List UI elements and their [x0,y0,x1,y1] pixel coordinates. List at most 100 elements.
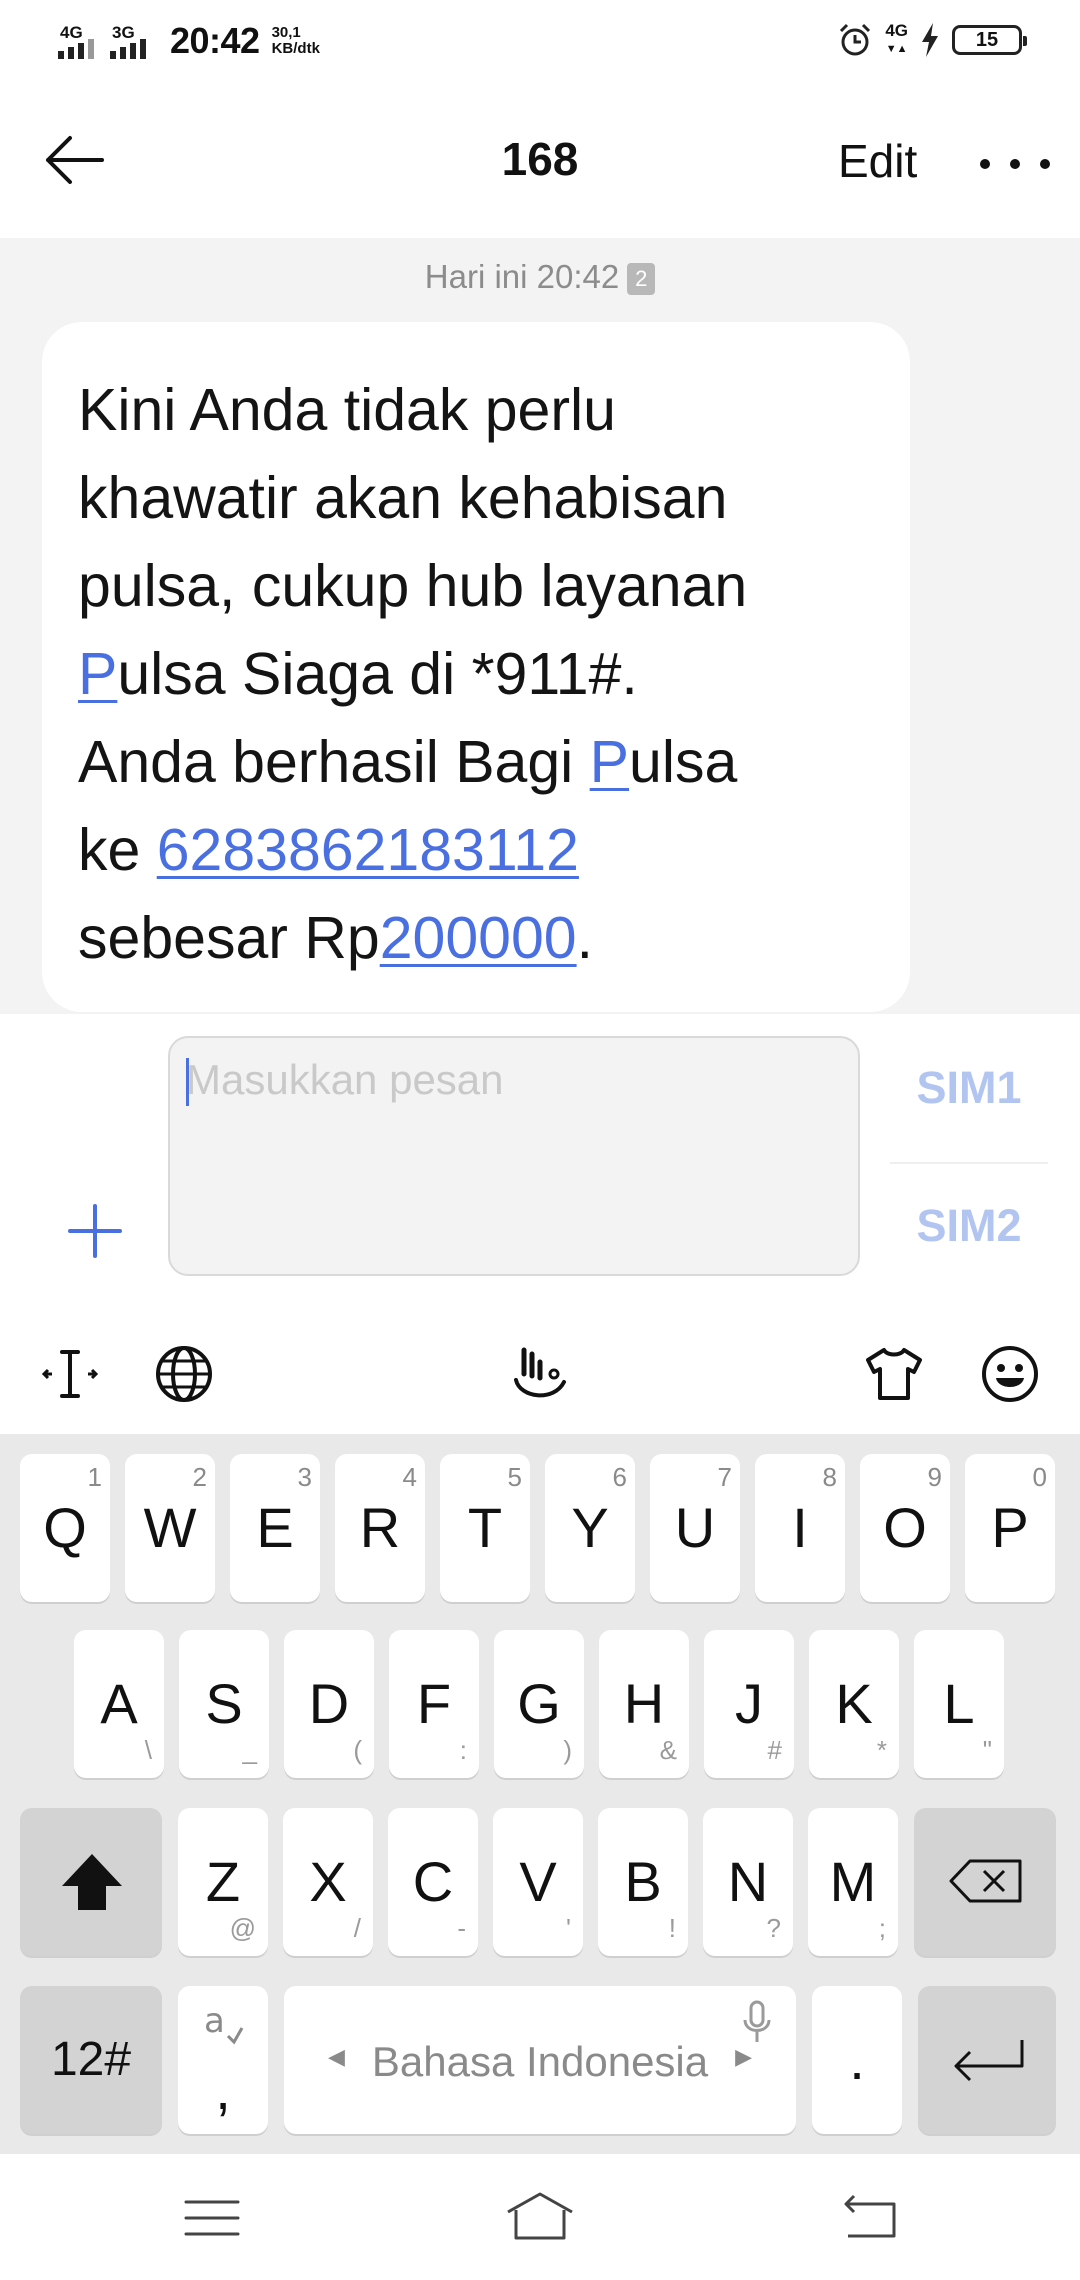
key-hint: 9 [927,1462,942,1492]
key-label: K [835,1672,873,1735]
message-text: ulsa Siaga di *911#. [117,641,638,707]
key-hint: : [459,1735,467,1765]
key-z[interactable]: Z @ [178,1808,268,1956]
period-key[interactable]: . [812,1986,902,2134]
status-time: 20:42 [170,20,260,61]
text-cursor-control-icon[interactable] [40,1344,100,1404]
text-link[interactable]: P [590,729,629,795]
key-label: Y [571,1496,609,1559]
key-y[interactable]: Y6 [545,1454,635,1602]
key-label: H [623,1672,665,1735]
shift-key[interactable] [20,1808,162,1956]
message-line: pulsa, cukup hub layanan [78,553,748,619]
keyboard-toolbar [0,1314,1080,1434]
add-attachment-icon[interactable] [68,1204,122,1258]
network-speed: 30,1 KB/dtk [272,25,320,57]
key-hint: ; [878,1913,886,1943]
key-hint: ' [566,1913,571,1943]
numbers-symbols-key[interactable]: 12# [20,1986,162,2134]
send-sim1-button[interactable]: SIM1 [890,1062,1048,1114]
status-bar: 4G 3G 20:42 30,1 KB/dtk 4G ▼▲ 15 [0,0,1080,82]
signal-sim2-icon: 3G [110,23,156,59]
backspace-key[interactable] [914,1808,1056,1956]
network-speed-value: 30,1 [271,24,301,41]
battery-icon: 15 [952,25,1027,55]
divider [890,1162,1048,1164]
ime-switch-icon: a [204,2001,244,2045]
send-sim2-button[interactable]: SIM2 [890,1200,1048,1252]
signal-sim1-icon: 4G [58,23,104,59]
key-hint: @ [229,1913,256,1943]
key-g[interactable]: G) [494,1630,584,1778]
home-icon[interactable] [504,2188,576,2248]
key-e[interactable]: E3 [230,1454,320,1602]
message-thread[interactable]: Hari ini 20:42 2 Kini Anda tidak perlu kh… [0,238,1080,1014]
back-nav-icon[interactable] [834,2188,906,2248]
key-w[interactable]: W2 [125,1454,215,1602]
key-label: N [727,1850,769,1913]
key-u[interactable]: U7 [650,1454,740,1602]
key-j[interactable]: J # [704,1630,794,1778]
key-p[interactable]: P0 [965,1454,1055,1602]
key-hint: / [353,1913,361,1943]
microphone-icon [743,2000,771,2042]
globe-icon[interactable] [154,1344,214,1404]
network-speed-unit: KB/dtk [271,40,320,57]
key-label: F [416,1672,452,1735]
key-n[interactable]: N? [703,1808,793,1956]
key-t[interactable]: T5 [440,1454,530,1602]
key-label: L [943,1672,975,1735]
key-d[interactable]: D( [284,1630,374,1778]
key-label: G [517,1672,561,1735]
message-input[interactable]: Masukkan pesan [168,1036,860,1276]
space-key[interactable]: ◀ Bahasa Indonesia ▶ [284,1986,796,2134]
message-bubble[interactable]: Kini Anda tidak perlu khawatir akan keha… [42,322,910,1012]
key-v[interactable]: V ' [493,1808,583,1956]
key-hint: 0 [1032,1462,1047,1492]
key-hint: 7 [717,1462,732,1492]
key-hint: " [982,1735,992,1765]
key-a[interactable]: A \ [74,1630,164,1778]
more-options-icon[interactable] [980,144,1050,184]
page-title: 168 [501,133,579,185]
theme-shirt-icon[interactable] [864,1344,924,1404]
alarm-icon [840,23,871,56]
key-label: W [143,1496,197,1559]
menu-icon[interactable] [176,2188,248,2248]
numbers-symbols-key-label: 12# [50,2033,132,2086]
key-s[interactable]: S _ [179,1630,269,1778]
key-l[interactable]: L " [914,1630,1004,1778]
key-hint: _ [242,1735,257,1765]
comma-key[interactable]: a , [178,1986,268,2134]
key-m[interactable]: M; [808,1808,898,1956]
shift-arrow-icon [62,1854,122,1910]
edit-button[interactable]: Edit [838,134,917,188]
compose-bar: Masukkan pesan SIM1 SIM2 [0,1014,1080,1314]
key-label: R [359,1496,401,1559]
phone-number-link[interactable]: 6283862183112 [157,817,579,883]
enter-key[interactable] [918,1986,1056,2134]
key-hint: \ [144,1735,152,1765]
gesture-typing-icon[interactable] [510,1344,570,1404]
key-label: X [309,1850,347,1913]
key-label: C [412,1850,454,1913]
key-c[interactable]: C- [388,1808,478,1956]
key-o[interactable]: O9 [860,1454,950,1602]
comma-key-label: , [215,2058,231,2121]
keyboard: Q1W2E3R4T5Y6U7I8O9P0 A \ S _ D(F: G) H & J # K * L " … [0,1434,1080,2154]
message-timestamp-text: Hari ini 20:42 [424,258,620,295]
emoji-icon[interactable] [980,1344,1040,1404]
key-r[interactable]: R4 [335,1454,425,1602]
key-i[interactable]: I8 [755,1454,845,1602]
amount-link[interactable]: 200000 [380,905,577,971]
sim-badge: 2 [627,263,656,295]
message-timestamp: Hari ini 20:42 2 [0,258,1080,296]
key-k[interactable]: K * [809,1630,899,1778]
key-f[interactable]: F: [389,1630,479,1778]
message-text: . [576,905,594,971]
key-h[interactable]: H & [599,1630,689,1778]
text-link[interactable]: P [78,641,117,707]
key-x[interactable]: X / [283,1808,373,1956]
key-b[interactable]: B! [598,1808,688,1956]
key-q[interactable]: Q1 [20,1454,110,1602]
